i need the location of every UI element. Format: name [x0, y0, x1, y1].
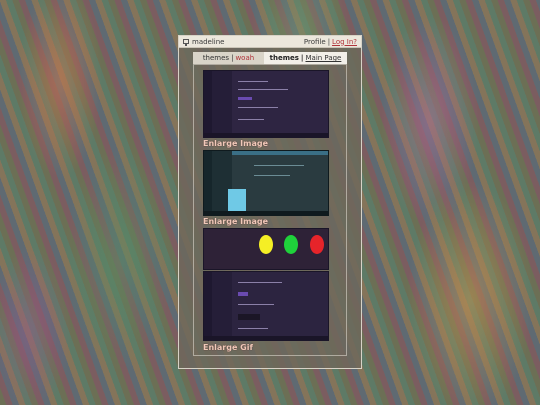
embed-block — [238, 292, 248, 296]
monitor-icon — [183, 39, 189, 46]
message-line — [254, 165, 304, 166]
link-separator: | — [327, 37, 331, 46]
yellow-dot — [259, 235, 273, 254]
tab-themes-main[interactable]: themes | Main Page — [264, 52, 347, 64]
tab-accent: woah — [235, 54, 255, 62]
gallery-panel: Enlarge Image Enlarge Image Enlarge Gif — [193, 64, 347, 356]
profile-window: madeline Profile | Log In? themes | woah… — [178, 35, 362, 369]
green-dot — [284, 235, 298, 254]
red-dot — [310, 235, 324, 254]
profile-card — [228, 189, 246, 213]
server-sidebar — [204, 71, 212, 137]
login-link[interactable]: Log In? — [332, 38, 357, 46]
enlarge-image-link[interactable]: Enlarge Image — [203, 217, 268, 226]
tab-bar: themes | woah themes | Main Page — [193, 52, 347, 64]
tab-themes-woah[interactable]: themes | woah — [193, 52, 264, 64]
theme-screenshot[interactable] — [203, 150, 329, 216]
message-line — [238, 81, 268, 82]
taskbar — [204, 336, 328, 340]
channel-list — [212, 71, 232, 137]
embed-block — [238, 97, 252, 100]
message-line — [238, 304, 274, 305]
channel-list — [212, 272, 232, 340]
tab-separator: | — [300, 54, 304, 62]
message-line — [238, 328, 268, 329]
title-links: Profile | Log In? — [304, 38, 357, 46]
message-line — [238, 119, 264, 120]
username-area: madeline — [183, 38, 304, 46]
server-sidebar — [204, 151, 212, 215]
taskbar — [204, 211, 328, 215]
enlarge-gif-link[interactable]: Enlarge Gif — [203, 343, 253, 352]
popup-block — [238, 314, 260, 320]
username: madeline — [192, 37, 225, 46]
tab-separator: | — [231, 54, 234, 62]
message-line — [238, 107, 278, 108]
tab-label: themes — [202, 54, 230, 62]
main-page-link[interactable]: Main Page — [305, 54, 341, 62]
tab-label: themes — [269, 54, 299, 62]
status-dots-preview[interactable] — [203, 228, 329, 270]
taskbar — [204, 133, 328, 137]
profile-link[interactable]: Profile — [304, 38, 326, 46]
message-line — [238, 282, 282, 283]
server-sidebar — [204, 272, 212, 340]
message-line — [238, 89, 288, 90]
title-bar: madeline Profile | Log In? — [179, 36, 361, 48]
theme-screenshot[interactable] — [203, 70, 329, 138]
theme-gif-preview[interactable] — [203, 271, 329, 341]
message-line — [254, 175, 290, 176]
enlarge-image-link[interactable]: Enlarge Image — [203, 139, 268, 148]
